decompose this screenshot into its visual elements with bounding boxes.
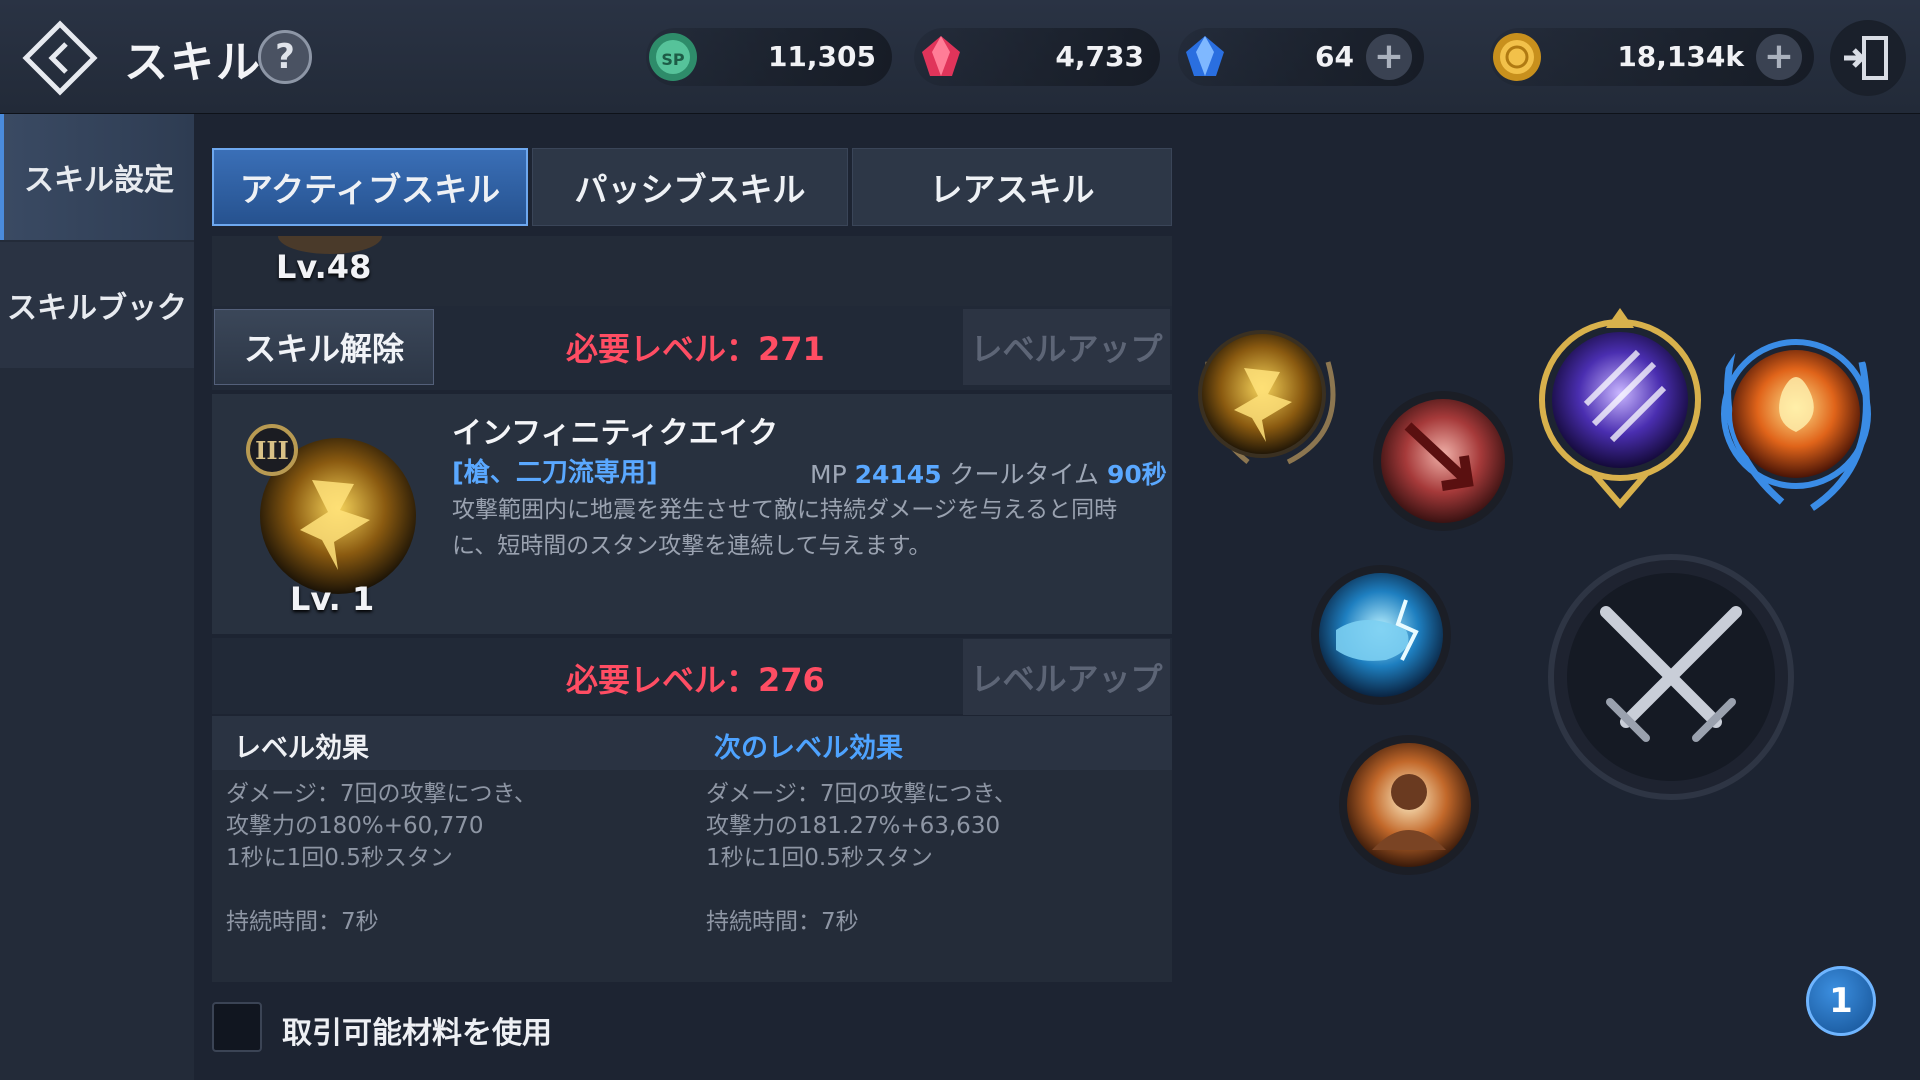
earthquake-skill-icon[interactable]: III xyxy=(242,420,418,596)
required-level-label: 必要レベル： xyxy=(566,661,759,699)
skill-cost: MP 24145 クールタイム 90秒 xyxy=(810,455,1167,491)
fire-burst-skill-icon[interactable] xyxy=(1712,322,1882,522)
tab-active-skill[interactable]: アクティブスキル xyxy=(212,148,528,226)
skill-level: Lv. 1 xyxy=(290,580,375,618)
svg-text:SP: SP xyxy=(661,50,685,69)
sp-value: 11,305 xyxy=(767,40,876,73)
required-level-value: 271 xyxy=(758,330,825,368)
red-gem-value: 4,733 xyxy=(1055,40,1144,73)
mp-label: MP xyxy=(810,460,847,489)
currency-red-gem: 4,733 xyxy=(914,28,1160,86)
nav-skill-book[interactable]: スキルブック xyxy=(0,242,194,368)
red-gem-icon xyxy=(922,36,960,76)
currency-blue-gem: 64 + xyxy=(1178,28,1424,86)
crossed-swords-skill-slot-icon[interactable] xyxy=(1546,552,1796,802)
help-button[interactable]: ? xyxy=(258,30,312,84)
levelup-button[interactable]: レベルアップ xyxy=(963,639,1170,715)
blue-gem-icon xyxy=(1186,36,1224,76)
required-level: 必要レベル：276 xyxy=(566,655,825,701)
tradeable-material-label: 取引可能材料を使用 xyxy=(282,1016,552,1051)
skill-name: インフィニティクエイク xyxy=(452,416,779,451)
berserker-rage-skill-icon[interactable] xyxy=(1334,730,1484,880)
next-effect-line: 攻撃力の181.27%+63,630 xyxy=(706,813,1001,839)
sp-coin-icon: SP xyxy=(649,33,697,81)
skill-desc-line: に、短時間のスタン攻撃を連続して与えます。 xyxy=(452,533,932,559)
cooldown-value: 90秒 xyxy=(1107,460,1167,489)
piercing-strike-skill-icon[interactable] xyxy=(1368,386,1518,536)
cooldown-label: クールタイム xyxy=(949,460,1100,489)
prev-levelup-button[interactable]: レベルアップ xyxy=(963,309,1170,385)
prev-required-level: 必要レベル：271 xyxy=(566,324,825,370)
equipped-earthquake-skill-icon[interactable] xyxy=(1188,322,1350,472)
next-effect-line: 1秒に1回0.5秒スタン xyxy=(706,845,933,871)
current-effect-line: 攻撃力の180%+60,770 xyxy=(226,813,484,839)
mp-value: 24145 xyxy=(854,460,942,489)
next-effect-title: 次のレベル効果 xyxy=(714,733,903,764)
side-nav: スキル設定 スキルブック xyxy=(0,114,194,1080)
current-effect-line: 持続時間：7秒 xyxy=(226,909,379,935)
add-gold-button[interactable]: + xyxy=(1756,34,1802,80)
tradeable-material-checkbox[interactable] xyxy=(212,1002,262,1052)
nav-skill-settings[interactable]: スキル設定 xyxy=(0,114,194,240)
current-effect-line: ダメージ：7回の攻撃につき、 xyxy=(226,781,537,807)
skill-weapon-restriction: [槍、二刀流専用] xyxy=(452,458,658,488)
top-bar: スキル ? SP 11,305 4,733 64 + 18,134k + xyxy=(0,0,1920,114)
skill-release-button[interactable]: スキル解除 xyxy=(214,309,434,385)
page-title: スキル xyxy=(124,37,262,88)
currency-gold: 18,134k + xyxy=(1490,28,1814,86)
gold-value: 18,134k xyxy=(1617,40,1744,73)
add-blue-gem-button[interactable]: + xyxy=(1366,34,1412,80)
exit-door-icon[interactable] xyxy=(1830,20,1906,96)
tab-passive-skill[interactable]: パッシブスキル xyxy=(532,148,848,226)
back-diamond-icon[interactable] xyxy=(22,20,98,96)
skill-tier-badge: III xyxy=(255,436,289,465)
next-effect-line: 持続時間：7秒 xyxy=(706,909,859,935)
skill-desc-line: 攻撃範囲内に地震を発生させて敵に持続ダメージを与えると同時 xyxy=(452,497,1118,523)
gold-coin-icon xyxy=(1493,33,1541,81)
required-level-value: 276 xyxy=(758,661,825,699)
currency-sp: SP 11,305 xyxy=(646,28,892,86)
next-effect-line: ダメージ：7回の攻撃につき、 xyxy=(706,781,1017,807)
skill-description: 攻撃範囲内に地震を発生させて敵に持続ダメージを与えると同時 に、短時間のスタン攻… xyxy=(452,492,1162,564)
prev-skill-level: Lv.48 xyxy=(276,248,372,286)
meteor-shower-skill-icon[interactable] xyxy=(1534,304,1706,516)
current-effect-line: 1秒に1回0.5秒スタン xyxy=(226,845,453,871)
current-effect-title: レベル効果 xyxy=(234,733,369,764)
frost-fist-skill-icon[interactable] xyxy=(1306,560,1456,710)
blue-gem-value: 64 xyxy=(1315,40,1354,73)
tab-rare-skill[interactable]: レアスキル xyxy=(852,148,1172,226)
required-level-label: 必要レベル： xyxy=(566,330,759,368)
skill-page-badge[interactable]: 1 xyxy=(1806,966,1876,1036)
